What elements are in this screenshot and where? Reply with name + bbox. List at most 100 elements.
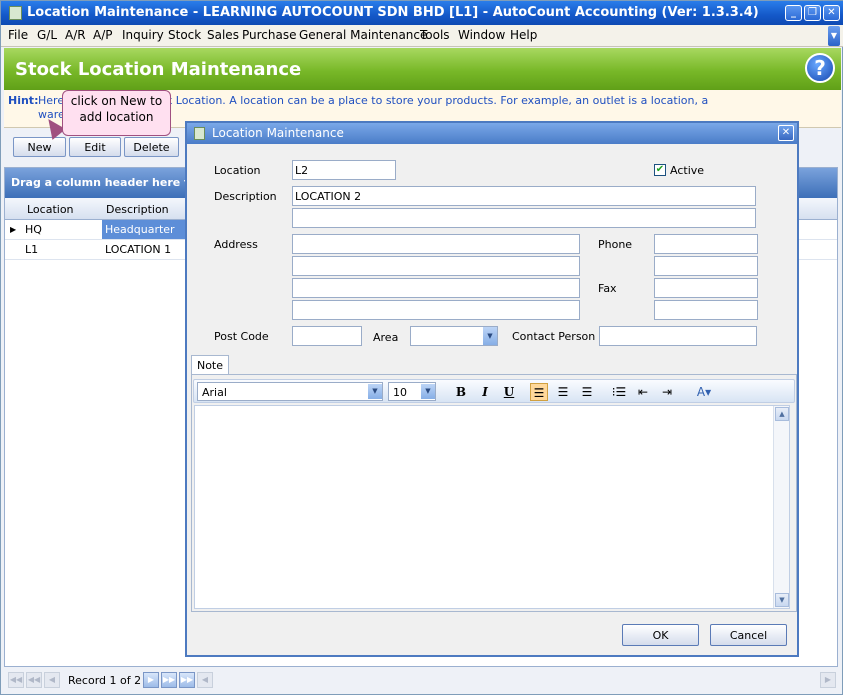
- column-description[interactable]: Description: [106, 203, 169, 216]
- chevron-down-icon[interactable]: ▼: [421, 384, 435, 399]
- last-record-icon[interactable]: ▶▶: [179, 672, 195, 688]
- title-bar: Location Maintenance - LEARNING AUTOCOUN…: [1, 1, 843, 25]
- hint-label: Hint:: [8, 94, 39, 107]
- menu-ap[interactable]: A/P: [93, 28, 113, 42]
- group-hint: Drag a column header here to g: [11, 176, 209, 189]
- active-label: Active: [670, 164, 705, 177]
- font-color-icon[interactable]: A▾: [690, 383, 718, 401]
- next-record-icon[interactable]: ▶: [143, 672, 159, 688]
- address-line-2[interactable]: [292, 256, 580, 276]
- menu-gl[interactable]: G/L: [37, 28, 57, 42]
- record-counter: Record 1 of 2: [68, 674, 142, 687]
- hint-line-2: ware: [38, 108, 65, 121]
- phone-label: Phone: [598, 238, 633, 251]
- menu-purchase[interactable]: Purchase: [242, 28, 297, 42]
- address-label: Address: [214, 238, 258, 251]
- app-icon: [9, 6, 22, 20]
- column-location[interactable]: Location: [27, 203, 74, 216]
- font-size-select[interactable]: 10 ▼: [388, 382, 436, 401]
- menu-file[interactable]: File: [8, 28, 28, 42]
- next-page-icon[interactable]: ▶▶: [161, 672, 177, 688]
- align-right-icon[interactable]: ☰: [578, 383, 596, 401]
- menu-tools[interactable]: Tools: [420, 28, 450, 42]
- minimize-button[interactable]: _: [785, 5, 802, 21]
- description-input-2[interactable]: [292, 208, 756, 228]
- fax-input-1[interactable]: [654, 278, 758, 298]
- phone-input-2[interactable]: [654, 256, 758, 276]
- chevron-down-icon[interactable]: ▼: [483, 327, 497, 345]
- address-line-4[interactable]: [292, 300, 580, 320]
- indent-icon[interactable]: ⇥: [658, 383, 676, 401]
- menu-ar[interactable]: A/R: [65, 28, 86, 42]
- phone-input-1[interactable]: [654, 234, 758, 254]
- tab-note[interactable]: Note: [191, 355, 229, 375]
- dialog-title-bar: Location Maintenance ✕: [187, 123, 797, 144]
- cancel-button[interactable]: Cancel: [710, 624, 787, 646]
- bullet-list-icon[interactable]: ⁝☰: [610, 383, 628, 401]
- underline-icon[interactable]: U: [500, 383, 518, 401]
- help-icon[interactable]: ?: [805, 53, 835, 83]
- description-input-1[interactable]: LOCATION 2: [292, 186, 756, 206]
- contact-person-label: Contact Person: [512, 330, 596, 343]
- area-select[interactable]: ▼: [410, 326, 498, 346]
- align-left-icon[interactable]: ☰: [530, 383, 548, 401]
- scroll-left-icon[interactable]: ◀: [197, 672, 213, 688]
- edit-button[interactable]: Edit: [69, 137, 121, 157]
- menu-inquiry[interactable]: Inquiry: [122, 28, 164, 42]
- address-line-3[interactable]: [292, 278, 580, 298]
- italic-icon[interactable]: I: [476, 383, 494, 401]
- window-title: Location Maintenance - LEARNING AUTOCOUN…: [27, 5, 759, 20]
- dialog-icon: [194, 127, 205, 140]
- fax-label: Fax: [598, 282, 617, 295]
- menu-general-maintenance[interactable]: General Maintenance: [299, 28, 427, 42]
- postcode-input[interactable]: [292, 326, 362, 346]
- scroll-down-icon[interactable]: ▼: [775, 593, 789, 607]
- description-label: Description: [214, 190, 277, 203]
- page-banner: Stock Location Maintenance ?: [4, 48, 841, 90]
- location-label: Location: [214, 164, 261, 177]
- scroll-right-icon[interactable]: ▶: [820, 672, 836, 688]
- callout-line-1: click on New to: [70, 94, 163, 108]
- first-record-icon[interactable]: ◀◀: [8, 672, 24, 688]
- callout-tooltip: click on New to add location: [62, 90, 171, 136]
- menu-window[interactable]: Window: [458, 28, 505, 42]
- record-navigator: ◀◀ ◀◀ ◀ Record 1 of 2 ▶ ▶▶ ▶▶ ◀ ▶: [4, 669, 838, 691]
- align-center-icon[interactable]: ☰: [554, 383, 572, 401]
- bold-icon[interactable]: B: [452, 383, 470, 401]
- postcode-label: Post Code: [214, 330, 269, 343]
- fax-input-2[interactable]: [654, 300, 758, 320]
- ok-button[interactable]: OK: [622, 624, 699, 646]
- close-button[interactable]: ✕: [823, 5, 840, 21]
- row-indicator-icon: ▶: [10, 225, 17, 234]
- note-editor[interactable]: ▲ ▼: [194, 405, 790, 609]
- note-panel: Arial ▼ 10 ▼ B I U ☰ ☰ ☰ ⁝☰ ⇤ ⇥ A▾ ▲ ▼: [191, 374, 797, 612]
- menu-help[interactable]: Help: [510, 28, 537, 42]
- location-input[interactable]: L2: [292, 160, 396, 180]
- contact-person-input[interactable]: [599, 326, 757, 346]
- cell-description: LOCATION 1: [105, 243, 172, 256]
- menu-chevron-icon[interactable]: ▼: [828, 26, 840, 46]
- dialog-title: Location Maintenance: [212, 126, 344, 140]
- address-line-1[interactable]: [292, 234, 580, 254]
- chevron-down-icon[interactable]: ▼: [368, 384, 382, 399]
- cell-location: HQ: [25, 223, 42, 236]
- callout-line-2: add location: [79, 110, 154, 124]
- location-dialog: Location Maintenance ✕ Location L2 ✔ Act…: [185, 121, 799, 657]
- cell-description: Headquarter: [102, 220, 192, 239]
- active-checkbox[interactable]: ✔: [654, 164, 666, 176]
- restore-button[interactable]: ❐: [804, 5, 821, 21]
- delete-button[interactable]: Delete: [124, 137, 179, 157]
- prev-page-icon[interactable]: ◀◀: [26, 672, 42, 688]
- area-label: Area: [373, 331, 399, 344]
- font-size-value: 10: [393, 386, 407, 399]
- menu-sales[interactable]: Sales: [207, 28, 239, 42]
- scroll-up-icon[interactable]: ▲: [775, 407, 789, 421]
- font-name-select[interactable]: Arial ▼: [197, 382, 383, 401]
- menu-stock[interactable]: Stock: [168, 28, 201, 42]
- prev-record-icon[interactable]: ◀: [44, 672, 60, 688]
- outdent-icon[interactable]: ⇤: [634, 383, 652, 401]
- note-scrollbar[interactable]: ▲ ▼: [773, 406, 789, 608]
- font-name-value: Arial: [202, 386, 227, 399]
- dialog-close-button[interactable]: ✕: [778, 125, 794, 141]
- cell-location: L1: [25, 243, 39, 256]
